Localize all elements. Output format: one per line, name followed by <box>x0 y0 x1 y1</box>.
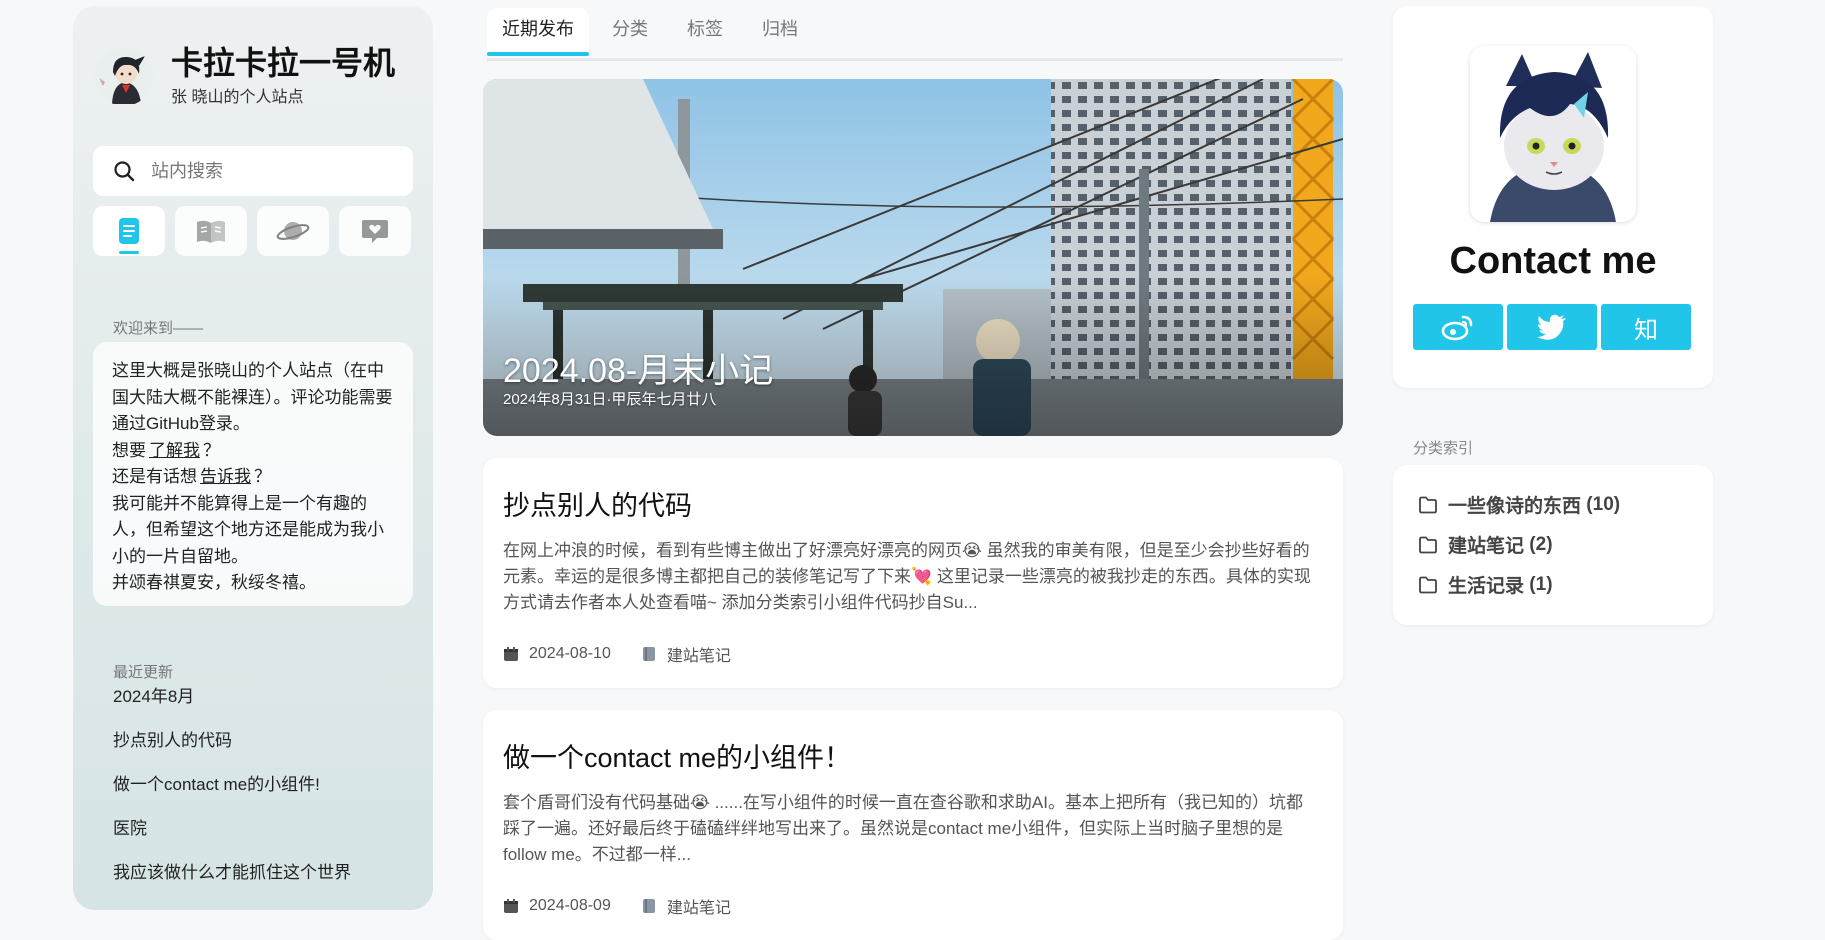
welcome-about-prefix: 想要 <box>112 440 146 460</box>
featured-post[interactable]: 2024.08-月末小记 2024年8月31日·甲辰年七月廿八 <box>483 79 1343 436</box>
recent-item[interactable]: 2024年8月 <box>113 684 351 728</box>
post-meta: 2024-08-09 建站笔记 <box>503 894 761 918</box>
search-icon <box>114 161 135 182</box>
site-brand[interactable]: 卡拉卡拉一号机 张 晓山的个人站点 <box>95 45 395 107</box>
book-icon <box>642 899 655 913</box>
featured-post-title[interactable]: 2024.08-月末小记 <box>503 343 773 392</box>
category-name: 一些像诗的东西 <box>1448 496 1582 517</box>
notebook-icon <box>119 218 139 244</box>
post-date: 2024-08-09 <box>529 897 611 914</box>
sidebar-tab-reading[interactable] <box>175 206 247 256</box>
folder-icon <box>1419 496 1437 513</box>
category-item[interactable]: 一些像诗的东西 (10) <box>1418 491 1620 518</box>
welcome-contact-prefix: 还是有话想 <box>112 467 197 486</box>
tab-recent[interactable]: 近期发布 <box>487 8 589 56</box>
category-name: 建站笔记 <box>1448 536 1525 557</box>
category-item[interactable]: 生活记录 (1) <box>1418 571 1553 598</box>
welcome-intro: 这里大概是张晓山的个人站点（在中国大陆大概不能裸连）。评论功能需要通过GitHu… <box>112 361 393 433</box>
post-excerpt: 套个盾哥们没有代码基础😭 ......在写小组件的时候一直在查谷歌和求助AI。基… <box>503 793 1303 864</box>
post-card[interactable]: 抄点别人的代码 在网上冲浪的时候，看到有些博主做出了好漂亮好漂亮的网页😭 虽然我… <box>483 458 1343 688</box>
post-category[interactable]: 建站笔记 <box>667 894 731 918</box>
contact-card: Contact me 知 <box>1393 6 1713 388</box>
welcome-contact-suffix: ？ <box>254 467 271 486</box>
recent-item[interactable]: 做一个contact me的小组件! <box>113 772 351 816</box>
post-meta: 2024-08-10 建站笔记 <box>503 642 761 666</box>
sidebar-tab-posts[interactable] <box>93 206 165 256</box>
site-subtitle: 张 晓山的个人站点 <box>171 89 304 107</box>
book-icon <box>642 647 655 661</box>
twitter-button[interactable] <box>1507 304 1597 350</box>
category-name: 生活记录 <box>1448 576 1525 597</box>
social-links: 知 <box>1413 304 1691 350</box>
tab-tags[interactable]: 标签 <box>687 8 723 52</box>
recent-label: 最近更新 <box>113 664 174 681</box>
search-input[interactable] <box>149 159 393 183</box>
folder-icon <box>1419 576 1437 593</box>
calendar-icon <box>504 899 518 913</box>
search-box[interactable] <box>93 146 413 196</box>
recent-item[interactable]: 我应该做什么才能抓住这个世界 <box>113 860 351 904</box>
category-item[interactable]: 建站笔记 (2) <box>1418 531 1553 558</box>
post-excerpt: 在网上冲浪的时候，看到有些博主做出了好漂亮好漂亮的网页😭 虽然我的审美有限，但是… <box>503 541 1311 612</box>
post-title[interactable]: 做一个contact me的小组件！ <box>503 736 851 775</box>
about-me-link[interactable]: 了解我 <box>146 441 203 460</box>
welcome-greeting: 并颂春祺夏安，秋绥冬禧。 <box>112 573 316 592</box>
category-index-label: 分类索引 <box>1413 440 1474 457</box>
weibo-icon <box>1441 315 1473 341</box>
tab-archive[interactable]: 归档 <box>762 8 798 52</box>
folder-icon <box>1419 536 1437 553</box>
zhihu-button[interactable]: 知 <box>1601 304 1691 350</box>
planet-icon <box>276 222 310 240</box>
post-title[interactable]: 抄点别人的代码 <box>503 484 692 523</box>
zhihu-icon: 知 <box>1634 316 1658 344</box>
category-index: 一些像诗的东西 (10) 建站笔记 (2) 生活记录 (1) <box>1393 465 1713 625</box>
post-card[interactable]: 做一个contact me的小组件！ 套个盾哥们没有代码基础😭 ......在写… <box>483 710 1343 940</box>
main-tabs: 近期发布 分类 标签 归档 <box>487 8 1343 61</box>
category-count: (2) <box>1529 533 1553 555</box>
weibo-button[interactable] <box>1413 304 1503 350</box>
tab-categories[interactable]: 分类 <box>612 8 648 52</box>
recent-item[interactable]: 抄点别人的代码 <box>113 728 351 772</box>
post-date: 2024-08-10 <box>529 645 611 662</box>
twitter-icon <box>1537 314 1566 340</box>
welcome-hope: 我可能并不能算得上是一个有趣的人，但希望这个地方还是能成为我小小的一片自留地。 <box>112 493 384 566</box>
welcome-card: 这里大概是张晓山的个人站点（在中国大陆大概不能裸连）。评论功能需要通过GitHu… <box>93 342 413 606</box>
calendar-icon <box>504 647 518 661</box>
category-count: (1) <box>1529 573 1553 595</box>
left-sidebar: 卡拉卡拉一号机 张 晓山的个人站点 站内搜索 欢迎来到—— 这里大概是张晓山的个… <box>73 6 433 910</box>
sidebar-tab-explore[interactable] <box>257 206 329 256</box>
contact-avatar <box>1470 46 1636 222</box>
recent-item[interactable]: 医院 <box>113 816 351 860</box>
recent-list: 2024年8月 抄点别人的代码 做一个contact me的小组件! 医院 我应… <box>113 684 351 904</box>
category-count: (10) <box>1586 493 1621 515</box>
heart-message-icon <box>362 220 388 243</box>
site-avatar <box>95 47 153 106</box>
contact-title: Contact me <box>1449 240 1657 282</box>
open-book-icon <box>197 220 225 243</box>
sidebar-tab-messages[interactable] <box>339 206 411 256</box>
welcome-label: 欢迎来到—— <box>113 320 204 337</box>
post-category[interactable]: 建站笔记 <box>667 642 731 666</box>
welcome-about-suffix: ？ <box>203 440 220 460</box>
tell-me-link[interactable]: 告诉我 <box>197 467 254 486</box>
featured-post-date: 2024年8月31日·甲辰年七月廿八 <box>503 391 717 408</box>
site-title[interactable]: 卡拉卡拉一号机 <box>171 45 395 81</box>
sidebar-tabs <box>93 206 411 256</box>
